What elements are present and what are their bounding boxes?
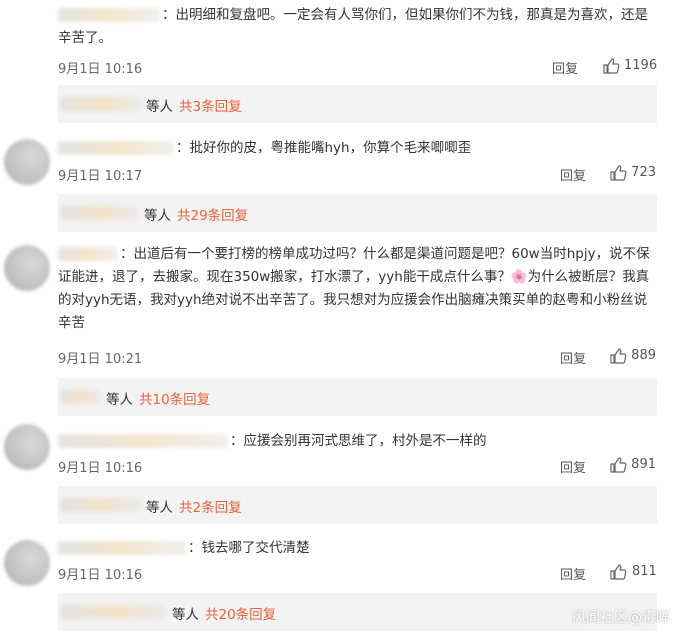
- commenter-name[interactable]: [58, 434, 228, 448]
- avatar[interactable]: [4, 139, 50, 185]
- commenter-name[interactable]: [58, 247, 118, 261]
- comment-text: ：钱去哪了交代清楚: [58, 537, 658, 560]
- comment-text: ：批好你的皮，粤推能嘴hyh，你算个毛来唧唧歪: [58, 137, 658, 160]
- sub-reply-total[interactable]: 共29条回复: [177, 208, 248, 224]
- commenter-name[interactable]: [58, 8, 160, 22]
- avatar[interactable]: [4, 424, 50, 470]
- sub-reply-names: [60, 605, 166, 619]
- comment-meta: 9月1日 10:17 回复 723: [58, 165, 658, 185]
- watermark: 风闻社区@毒眸: [572, 610, 670, 626]
- sub-reply-summary[interactable]: 等人 共10条回复: [106, 388, 210, 408]
- reply-button[interactable]: 回复: [560, 564, 586, 583]
- sub-reply-summary[interactable]: 等人 共29条回复: [144, 204, 248, 224]
- comment-time: 9月1日 10:16: [58, 62, 143, 77]
- sub-reply-total[interactable]: 共2条回复: [179, 500, 242, 516]
- sub-reply-who: 等人: [146, 99, 173, 115]
- sub-reply-summary[interactable]: 等人 共3条回复: [146, 95, 242, 115]
- comment-body: ：应援会别再河式思维了，村外是不一样的: [230, 433, 487, 449]
- thumbs-up-icon[interactable]: [609, 456, 627, 474]
- avatar[interactable]: [4, 540, 50, 586]
- comment-text: ：应援会别再河式思维了，村外是不一样的: [58, 430, 658, 453]
- like-count: 889: [631, 348, 656, 363]
- sub-reply-total[interactable]: 共10条回复: [139, 392, 210, 408]
- sub-reply-names: [60, 390, 100, 404]
- avatar[interactable]: [4, 245, 50, 291]
- sub-reply-names: [60, 206, 138, 220]
- thumbs-up-icon[interactable]: [609, 563, 627, 581]
- sub-reply-summary[interactable]: 等人 共2条回复: [146, 496, 242, 516]
- like-count: 811: [632, 564, 657, 579]
- commenter-name[interactable]: [58, 141, 174, 155]
- comment-time: 9月1日 10:17: [58, 169, 143, 184]
- comment-meta: 9月1日 10:16 回复 891: [58, 457, 658, 477]
- sub-replies[interactable]: 等人 共20条回复: [58, 593, 657, 631]
- sub-reply-who: 等人: [172, 607, 199, 623]
- sub-reply-summary[interactable]: 等人 共20条回复: [172, 603, 276, 623]
- reply-button[interactable]: 回复: [560, 165, 586, 184]
- sub-reply-total[interactable]: 共3条回复: [179, 99, 242, 115]
- comment-text: ：出道后有一个要打榜的榜单成功过吗？什么都是渠道问题是吧？60w当时hpjy，说…: [58, 243, 658, 335]
- reply-button[interactable]: 回复: [560, 348, 586, 367]
- sub-reply-total[interactable]: 共20条回复: [205, 607, 276, 623]
- comment-meta: 9月1日 10:16 回复 1196: [58, 58, 658, 78]
- comment-body: ：批好你的皮，粤推能嘴hyh，你算个毛来唧唧歪: [176, 140, 472, 156]
- sub-reply-who: 等人: [144, 208, 171, 224]
- comment-time: 9月1日 10:21: [58, 352, 143, 367]
- sub-reply-who: 等人: [106, 392, 133, 408]
- comment-body: ：出道后有一个要打榜的榜单成功过吗？什么都是渠道问题是吧？60w当时hpjy，说…: [58, 246, 650, 331]
- sub-reply-names: [60, 97, 140, 111]
- like-count: 1196: [624, 58, 658, 73]
- thumbs-up-icon[interactable]: [602, 57, 620, 75]
- thumbs-up-icon[interactable]: [609, 164, 627, 182]
- sub-reply-who: 等人: [146, 500, 173, 516]
- reply-button[interactable]: 回复: [552, 58, 578, 77]
- comment-time: 9月1日 10:16: [58, 568, 143, 583]
- comment-meta: 9月1日 10:21 回复 889: [58, 348, 658, 368]
- sub-replies[interactable]: 等人 共3条回复: [58, 85, 657, 123]
- comment-meta: 9月1日 10:16 回复 811: [58, 564, 658, 584]
- sub-replies[interactable]: 等人 共2条回复: [58, 486, 657, 524]
- reply-button[interactable]: 回复: [560, 457, 586, 476]
- comment-body: ：钱去哪了交代清楚: [188, 540, 310, 556]
- like-count: 891: [631, 457, 656, 472]
- commenter-name[interactable]: [58, 541, 186, 555]
- sub-reply-names: [60, 498, 140, 512]
- sub-replies[interactable]: 等人 共29条回复: [58, 194, 657, 232]
- comment-text: ：出明细和复盘吧。一定会有人骂你们，但如果你们不为钱，那真是为喜欢，还是辛苦了。: [58, 4, 658, 50]
- sub-replies[interactable]: 等人 共10条回复: [58, 378, 657, 416]
- like-count: 723: [631, 165, 656, 180]
- thumbs-up-icon[interactable]: [609, 347, 627, 365]
- comment-time: 9月1日 10:16: [58, 461, 143, 476]
